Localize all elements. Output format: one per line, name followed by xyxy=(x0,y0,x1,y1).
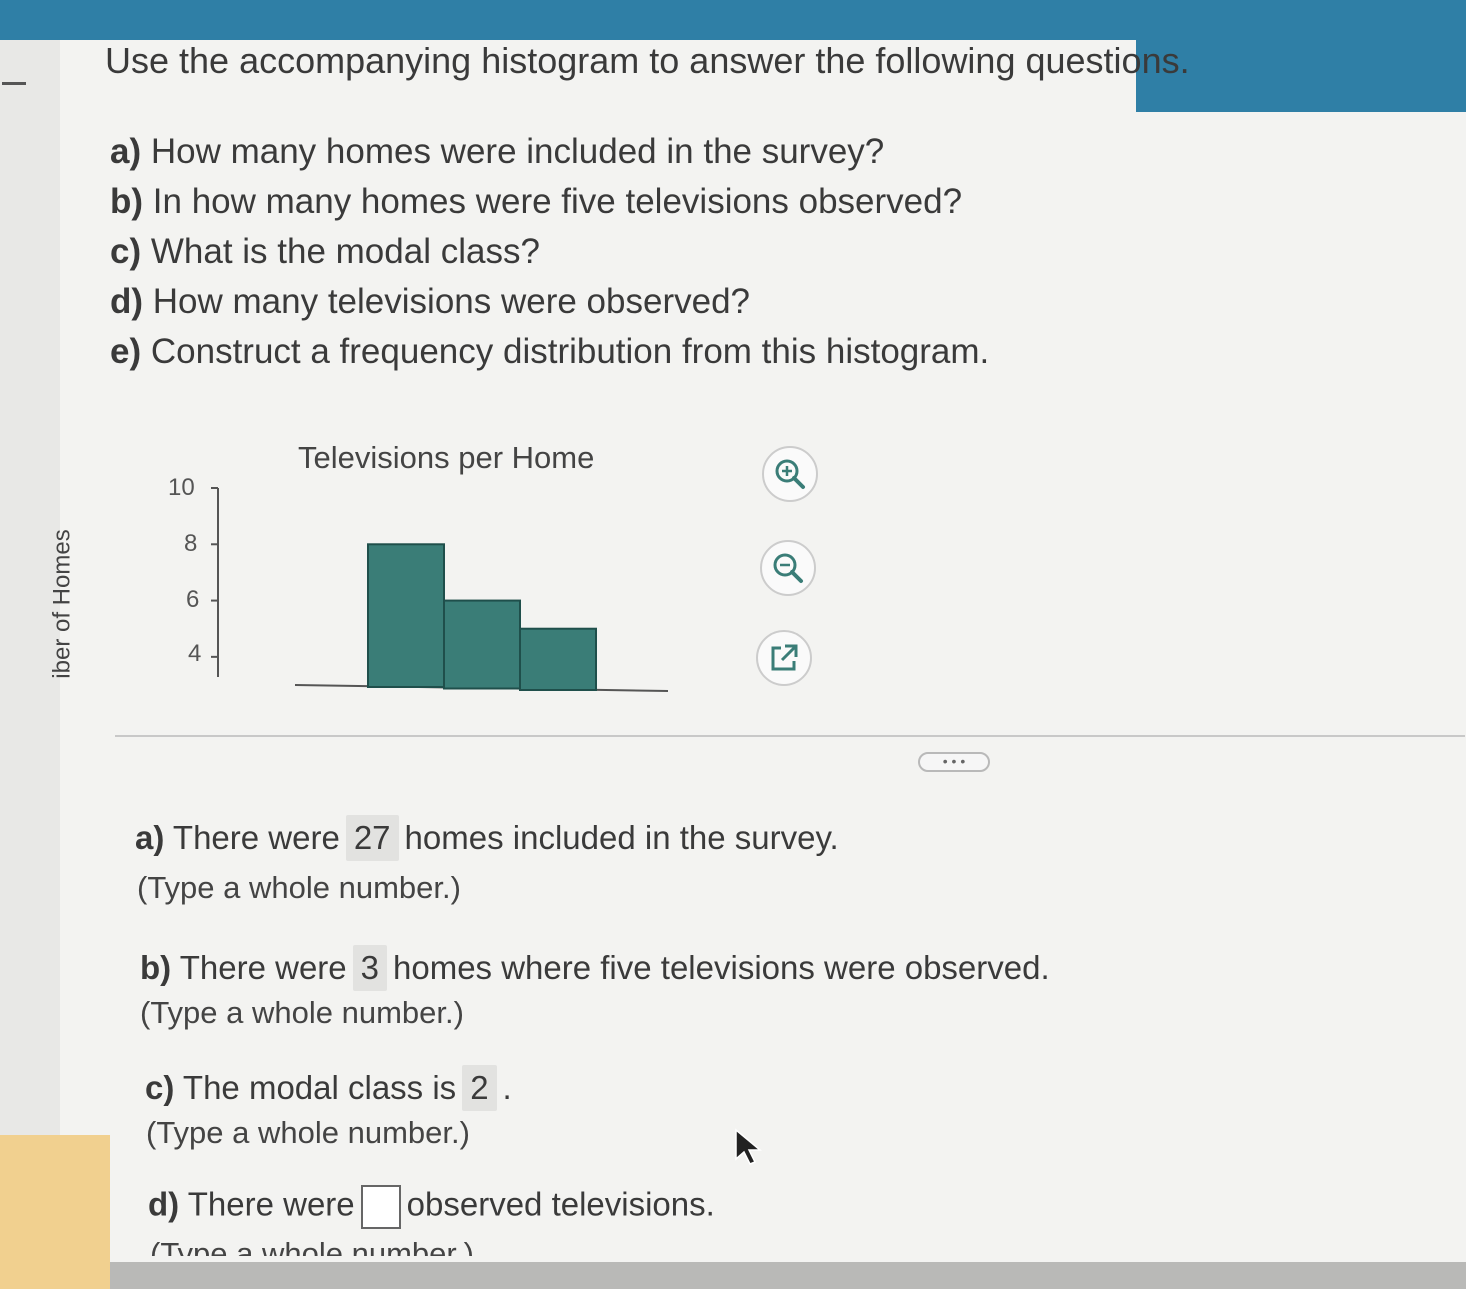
answer-a: a) There were 27 homes included in the sur… xyxy=(135,815,839,861)
answer-b-hint: (Type a whole number.) xyxy=(140,995,464,1030)
answer-d-hint: (Type a whole number.) xyxy=(150,1236,474,1256)
histogram-bar xyxy=(443,599,521,690)
zoom-in-icon xyxy=(775,459,805,489)
question-d: d) How many televisions were observed? xyxy=(110,282,751,321)
y-tick-10: 10 xyxy=(168,474,195,501)
answer-d-input[interactable] xyxy=(360,1185,401,1229)
more-icon[interactable]: • • • xyxy=(918,752,990,772)
histogram-bar xyxy=(519,627,597,691)
zoom-in-button[interactable] xyxy=(762,446,818,502)
histogram-chart xyxy=(211,487,669,692)
answer-b: b) There were 3 homes where five televisio… xyxy=(140,945,1050,991)
left-marker xyxy=(2,82,26,85)
answer-c-field[interactable]: 2 xyxy=(462,1065,497,1111)
answer-b-field[interactable]: 3 xyxy=(352,945,387,991)
question-b: b) In how many homes were five televisio… xyxy=(110,182,963,221)
sticky-note xyxy=(0,1135,110,1289)
external-link-icon xyxy=(771,644,798,671)
bottom-toolbar xyxy=(110,1262,1466,1289)
instructions: Use the accompanying histogram to answer… xyxy=(105,40,1190,81)
top-bar xyxy=(0,0,1466,40)
answer-a-hint: (Type a whole number.) xyxy=(137,870,461,905)
question-e: e) Construct a frequency distribution fr… xyxy=(110,332,990,371)
y-tick-8: 8 xyxy=(184,530,198,557)
question-c: c) What is the modal class? xyxy=(110,232,540,271)
mouse-cursor-icon xyxy=(735,1128,763,1165)
question-a: a) How many homes were included in the s… xyxy=(110,132,885,171)
popout-button[interactable] xyxy=(756,630,812,686)
answer-a-field[interactable]: 27 xyxy=(345,815,399,861)
zoom-out-button[interactable] xyxy=(760,540,816,596)
histogram-bar xyxy=(367,543,445,688)
answer-d: d) There were observed televisions. xyxy=(148,1185,715,1229)
answer-c: c) The modal class is 2. xyxy=(145,1065,512,1111)
section-divider xyxy=(115,735,1465,737)
y-tick-6: 6 xyxy=(186,586,200,613)
answer-c-hint: (Type a whole number.) xyxy=(146,1115,470,1150)
y-axis-label: iber of Homes xyxy=(48,529,76,679)
zoom-out-icon xyxy=(773,553,803,583)
